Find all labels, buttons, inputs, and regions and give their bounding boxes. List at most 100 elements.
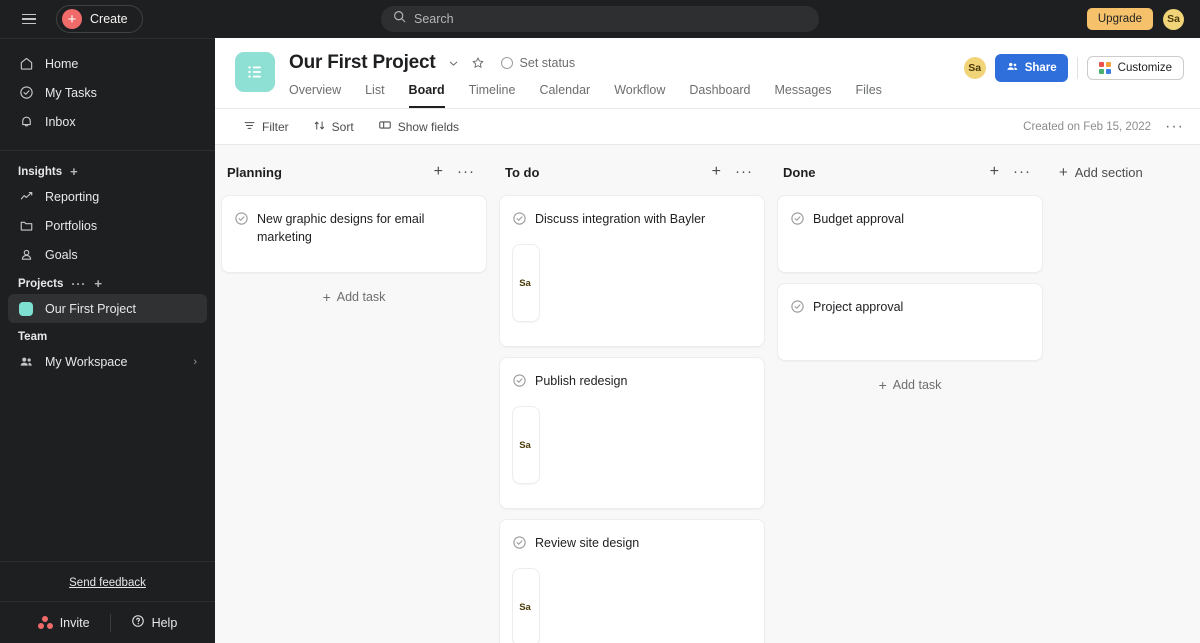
sidebar-section-projects: Projects ··· + — [0, 269, 215, 294]
add-task-button[interactable]: + Add task — [777, 371, 1043, 399]
tab-overview[interactable]: Overview — [289, 83, 341, 108]
chevron-down-icon[interactable] — [447, 57, 460, 70]
sidebar-item-label: My Tasks — [45, 85, 97, 100]
customize-button[interactable]: Customize — [1086, 56, 1184, 80]
search-input[interactable] — [414, 12, 807, 26]
tab-dashboard[interactable]: Dashboard — [689, 83, 750, 108]
sidebar-item-home[interactable]: Home — [8, 49, 207, 78]
people-icon — [1006, 60, 1019, 76]
tab-board[interactable]: Board — [408, 83, 445, 108]
column-title: To do — [505, 164, 540, 180]
question-circle-icon — [131, 614, 145, 631]
board-more-options-icon[interactable]: ··· — [1165, 118, 1184, 134]
hamburger-icon[interactable] — [16, 6, 42, 32]
sidebar-footer: Invite Help — [0, 601, 215, 643]
folder-icon — [18, 218, 34, 234]
task-card[interactable]: Discuss integration with Bayler Sa — [499, 195, 765, 347]
goal-icon — [18, 247, 34, 263]
filter-icon — [243, 119, 256, 135]
circle-outline-icon — [500, 57, 513, 69]
tab-timeline[interactable]: Timeline — [469, 83, 516, 108]
complete-task-icon[interactable] — [512, 211, 527, 231]
task-title: New graphic designs for email marketing — [257, 212, 425, 245]
task-card[interactable]: Publish redesign Sa — [499, 357, 765, 509]
add-task-button[interactable]: + Add task — [221, 283, 487, 311]
people-icon — [18, 354, 34, 370]
page-title: Our First Project — [289, 52, 436, 73]
task-assignee-avatar[interactable]: Sa — [512, 568, 540, 643]
task-card[interactable]: Budget approval — [777, 195, 1043, 273]
add-task-plus-icon[interactable]: + — [990, 164, 999, 180]
sidebar-section-title: Insights — [18, 165, 63, 178]
task-card[interactable]: New graphic designs for email marketing — [221, 195, 487, 273]
task-assignee-avatar[interactable]: Sa — [512, 406, 540, 484]
sidebar-item-reporting[interactable]: Reporting — [8, 182, 207, 211]
sidebar-item-inbox[interactable]: Inbox — [8, 107, 207, 136]
show-fields-button[interactable]: Show fields — [370, 114, 467, 139]
sort-button[interactable]: Sort — [305, 115, 362, 139]
complete-task-icon[interactable] — [234, 211, 249, 231]
complete-task-icon[interactable] — [512, 373, 527, 393]
complete-task-icon[interactable] — [790, 211, 805, 231]
plus-icon: + — [1059, 164, 1068, 181]
task-assignee-avatar[interactable]: Sa — [512, 244, 540, 322]
share-button-label: Share — [1024, 62, 1057, 74]
header-divider — [1076, 57, 1078, 79]
chevron-right-icon[interactable]: › — [193, 356, 197, 368]
sidebar-item-our-first-project[interactable]: Our First Project — [8, 294, 207, 323]
search-box[interactable] — [381, 6, 819, 32]
task-card[interactable]: Project approval — [777, 283, 1043, 361]
sidebar-item-my-workspace[interactable]: My Workspace › — [8, 347, 207, 376]
sort-label: Sort — [331, 119, 354, 134]
tab-messages[interactable]: Messages — [775, 83, 832, 108]
sidebar-item-label: Portfolios — [45, 218, 98, 233]
help-button[interactable]: Help — [111, 614, 198, 631]
sidebar-item-label: Our First Project — [45, 301, 136, 316]
upgrade-button[interactable]: Upgrade — [1086, 8, 1153, 30]
column-header: Done + ··· — [777, 159, 1043, 185]
sidebar-item-portfolios[interactable]: Portfolios — [8, 211, 207, 240]
add-section-button[interactable]: + Add section — [1049, 161, 1153, 184]
task-card[interactable]: Review site design Sa — [499, 519, 765, 643]
filter-button[interactable]: Filter — [235, 115, 297, 139]
column-more-options-icon[interactable]: ··· — [1013, 164, 1031, 179]
add-insight-plus-icon[interactable]: + — [70, 165, 78, 178]
sidebar-item-label: Home — [45, 56, 79, 71]
sidebar-section-title: Team — [18, 331, 48, 343]
send-feedback-link[interactable]: Send feedback — [69, 577, 146, 589]
content-area: Our First Project Set status Overview Li… — [215, 38, 1200, 643]
project-member-avatar[interactable]: Sa — [963, 57, 986, 79]
column-more-options-icon[interactable]: ··· — [457, 164, 475, 179]
star-outline-icon[interactable] — [471, 56, 485, 70]
project-header: Our First Project Set status Overview Li… — [215, 38, 1200, 109]
add-task-plus-icon[interactable]: + — [712, 164, 721, 180]
sidebar-item-label: Goals — [45, 247, 78, 262]
add-project-plus-icon[interactable]: + — [94, 277, 102, 290]
project-color-swatch-icon — [18, 301, 34, 317]
create-button[interactable]: + Create — [56, 5, 143, 33]
complete-task-icon[interactable] — [512, 535, 527, 555]
tab-calendar[interactable]: Calendar — [539, 83, 590, 108]
invite-button[interactable]: Invite — [18, 616, 110, 630]
share-button[interactable]: Share — [994, 54, 1068, 82]
sidebar-item-goals[interactable]: Goals — [8, 240, 207, 269]
column-header: Planning + ··· — [221, 159, 487, 185]
column-more-options-icon[interactable]: ··· — [735, 164, 753, 179]
board-toolbar: Filter Sort Show fields Created on Feb 1… — [215, 109, 1200, 145]
set-status-button[interactable]: Set status — [500, 56, 575, 70]
fields-icon — [378, 118, 392, 135]
tab-list[interactable]: List — [365, 83, 384, 108]
complete-task-icon[interactable] — [790, 299, 805, 319]
tab-workflow[interactable]: Workflow — [614, 83, 665, 108]
home-icon — [18, 56, 34, 72]
tab-files[interactable]: Files — [856, 83, 882, 108]
chart-line-icon — [18, 189, 34, 205]
add-task-plus-icon[interactable]: + — [434, 164, 443, 180]
show-fields-label: Show fields — [397, 119, 460, 134]
projects-ellipsis-icon[interactable]: ··· — [71, 278, 86, 290]
avatar[interactable]: Sa — [1163, 8, 1184, 30]
sidebar-item-my-tasks[interactable]: My Tasks — [8, 78, 207, 107]
sidebar-section-insights: Insights + — [0, 157, 215, 182]
project-title-row: Our First Project Set status — [289, 50, 964, 76]
